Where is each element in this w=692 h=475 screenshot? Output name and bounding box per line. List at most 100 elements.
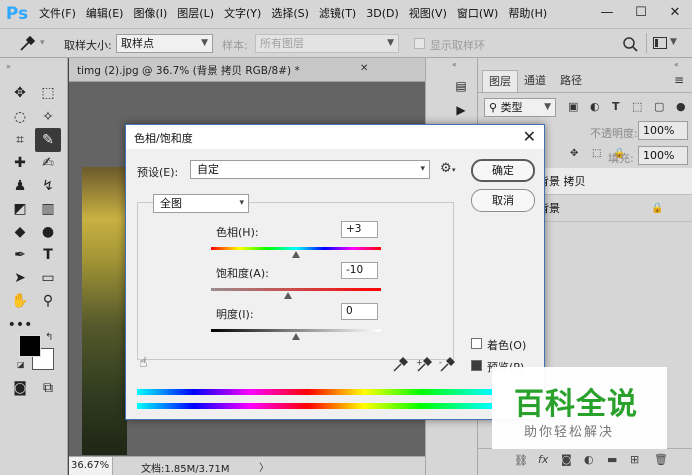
hue-input[interactable]: +3 — [341, 221, 378, 238]
saturation-slider-track[interactable] — [211, 288, 381, 291]
quick-mask-icon[interactable]: ◙ — [7, 376, 33, 400]
ok-button[interactable]: 确定 — [471, 159, 535, 182]
workspace-icon[interactable] — [653, 37, 667, 49]
adjustment-layer-icon[interactable]: ◐ — [584, 453, 594, 466]
lightness-input[interactable]: 0 — [341, 303, 378, 320]
layer-style-icon[interactable]: fx — [538, 453, 548, 466]
menu-select[interactable]: 选择(S) — [266, 0, 314, 28]
path-selection-tool-icon[interactable]: ➤ — [7, 266, 33, 290]
collapse-icon[interactable]: » — [6, 62, 11, 71]
close-icon[interactable]: ✕ — [523, 127, 536, 146]
eyedropper-icon[interactable] — [392, 357, 408, 373]
tab-channels[interactable]: 通道 — [518, 70, 552, 92]
link-layers-icon[interactable]: ⛓ — [514, 454, 528, 467]
histogram-icon[interactable]: ▤ — [448, 74, 474, 98]
filter-type-icon[interactable]: T — [612, 100, 620, 113]
filter-pixel-icon[interactable]: ▣ — [568, 100, 578, 113]
cancel-button[interactable]: 取消 — [471, 189, 535, 212]
minimize-button[interactable]: — — [590, 0, 624, 28]
filter-smart-icon[interactable]: ▢ — [654, 100, 664, 113]
layer-filter-select[interactable]: ⚲ 类型 ▼ — [484, 98, 556, 117]
history-brush-tool-icon[interactable]: ↯ — [35, 174, 61, 198]
saturation-input[interactable]: -10 — [341, 262, 378, 279]
more-tools-icon[interactable]: ••• — [7, 313, 33, 337]
lock-artboard-icon[interactable]: ⬚ — [592, 148, 601, 159]
menu-file[interactable]: 文件(F) — [34, 0, 81, 28]
type-tool-icon[interactable]: T — [35, 243, 61, 267]
lock-position-icon[interactable]: ✥ — [570, 148, 578, 159]
lightness-slider-track[interactable] — [211, 329, 381, 332]
play-action-icon[interactable]: ▶ — [448, 98, 474, 122]
hue-slider-track[interactable] — [211, 247, 381, 250]
targeted-adjustment-hand-icon[interactable]: ☝ — [139, 355, 148, 371]
gradient-tool-icon[interactable]: ▥ — [35, 197, 61, 221]
move-tool-icon[interactable]: ✥ — [7, 81, 33, 105]
trash-icon[interactable]: 🗑 — [654, 453, 668, 466]
menu-layer[interactable]: 图层(L) — [172, 0, 219, 28]
menu-view[interactable]: 视图(V) — [404, 0, 452, 28]
preview-checkbox[interactable] — [471, 360, 482, 371]
blur-tool-icon[interactable]: ◆ — [7, 220, 33, 244]
chevron-down-icon[interactable]: ▾ — [452, 166, 456, 174]
eyedropper-minus-icon[interactable]: - — [439, 357, 455, 373]
gear-icon[interactable]: ⚙ — [440, 161, 452, 176]
fill-field[interactable]: 100% — [638, 146, 688, 165]
eyedropper-plus-icon[interactable]: + — [416, 357, 432, 373]
stamp-tool-icon[interactable]: ♟ — [7, 174, 33, 198]
collapse-icon[interactable]: « — [452, 60, 457, 69]
collapse-icon[interactable]: « — [674, 60, 679, 69]
menu-type[interactable]: 文字(Y) — [219, 0, 266, 28]
menu-3d[interactable]: 3D(D) — [361, 0, 404, 28]
close-tab-icon[interactable]: ✕ — [360, 63, 368, 74]
tab-paths[interactable]: 路径 — [554, 70, 588, 92]
eyedropper-tool-icon[interactable]: ✎ — [35, 128, 61, 152]
maximize-button[interactable]: ☐ — [624, 0, 658, 28]
swap-colors-icon[interactable]: ↰ — [45, 332, 53, 343]
dodge-tool-icon[interactable]: ● — [35, 220, 61, 244]
menu-window[interactable]: 窗口(W) — [452, 0, 503, 28]
status-menu-arrow-icon[interactable]: 〉 — [259, 459, 269, 474]
eraser-tool-icon[interactable]: ◩ — [7, 197, 33, 221]
colorize-checkbox[interactable] — [471, 338, 482, 349]
zoom-tool-icon[interactable]: ⚲ — [35, 289, 61, 313]
saturation-slider-thumb[interactable] — [283, 292, 292, 299]
filter-adjustment-icon[interactable]: ◐ — [590, 100, 600, 113]
menu-filter[interactable]: 滤镜(T) — [314, 0, 361, 28]
filter-shape-icon[interactable]: ⬚ — [632, 100, 642, 113]
close-window-button[interactable]: ✕ — [658, 0, 692, 28]
new-layer-icon[interactable]: ⊞ — [630, 453, 639, 466]
show-ring-checkbox[interactable] — [414, 38, 425, 49]
healing-brush-tool-icon[interactable]: ✚ — [7, 151, 33, 175]
lightness-slider-thumb[interactable] — [292, 333, 300, 340]
hand-tool-icon[interactable]: ✋ — [7, 289, 33, 313]
default-colors-icon[interactable]: ◪ — [17, 360, 25, 369]
foreground-color-swatch[interactable] — [19, 335, 41, 357]
add-mask-icon[interactable]: ◙ — [561, 453, 572, 466]
sample-size-select[interactable]: 取样点 ▼ — [116, 34, 213, 53]
pen-tool-icon[interactable]: ✒ — [7, 243, 33, 267]
menu-help[interactable]: 帮助(H) — [503, 0, 552, 28]
brush-tool-icon[interactable]: ✍ — [35, 151, 61, 175]
search-icon[interactable] — [622, 36, 638, 52]
sample-select[interactable]: 所有图层 ▼ — [255, 34, 399, 53]
dialog-titlebar[interactable]: 色相/饱和度 ✕ — [126, 125, 544, 149]
menu-edit[interactable]: 编辑(E) — [81, 0, 129, 28]
crop-tool-icon[interactable]: ⌗ — [7, 128, 33, 152]
chevron-down-icon[interactable]: ▼ — [670, 37, 677, 47]
eyedropper-icon[interactable] — [18, 35, 36, 53]
menu-image[interactable]: 图像(I) — [128, 0, 172, 28]
rectangle-tool-icon[interactable]: ▭ — [35, 266, 61, 290]
tab-layers[interactable]: 图层 — [482, 70, 518, 92]
marquee-tool-icon[interactable]: ⬚ — [35, 81, 61, 105]
magic-wand-tool-icon[interactable]: ✧ — [35, 105, 61, 129]
panel-menu-icon[interactable]: ≡ — [674, 73, 684, 87]
tool-preset-arrow-icon[interactable]: ▾ — [40, 38, 45, 48]
zoom-field[interactable]: 36.67% — [69, 457, 113, 475]
screen-mode-icon[interactable]: ⧉ — [35, 376, 61, 400]
preset-select[interactable]: 自定 ▾ — [190, 160, 430, 179]
document-tab[interactable]: timg (2).jpg @ 36.7% (背景 拷贝 RGB/8#) * ✕ — [69, 58, 425, 82]
opacity-field[interactable]: 100% — [638, 121, 688, 140]
document-image[interactable] — [82, 167, 127, 455]
lasso-tool-icon[interactable]: ◌ — [7, 105, 33, 129]
hue-slider-thumb[interactable] — [292, 251, 300, 258]
